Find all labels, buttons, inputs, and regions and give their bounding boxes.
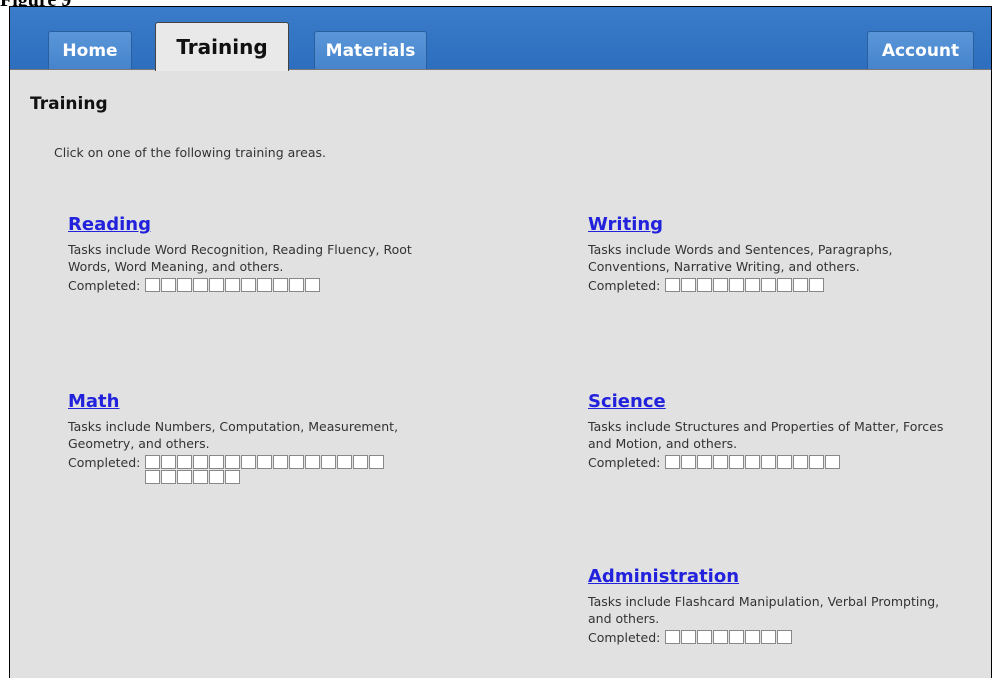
- area-description: Tasks include Words and Sentences, Parag…: [588, 242, 893, 274]
- task-box: [145, 278, 161, 292]
- area-math: Math Tasks include Numbers, Computation,…: [68, 391, 428, 485]
- task-box: [745, 630, 761, 644]
- task-box: [681, 455, 697, 469]
- tab-home[interactable]: Home: [48, 31, 132, 70]
- task-box: [681, 278, 697, 292]
- task-box: [681, 630, 697, 644]
- completed-row: Completed:: [68, 278, 428, 294]
- intro-text: Click on one of the following training a…: [54, 145, 326, 160]
- task-box: [761, 455, 777, 469]
- task-box: [289, 278, 305, 292]
- area-description: Tasks include Numbers, Computation, Meas…: [68, 419, 399, 451]
- task-box: [225, 455, 241, 469]
- task-box: [713, 630, 729, 644]
- task-box: [289, 455, 305, 469]
- completed-row: Completed:: [588, 455, 948, 471]
- task-box: [305, 455, 321, 469]
- task-box: [209, 278, 225, 292]
- task-box: [273, 455, 289, 469]
- task-box: [809, 455, 825, 469]
- tab-training[interactable]: Training: [155, 22, 289, 71]
- task-box: [241, 455, 257, 469]
- task-box: [697, 278, 713, 292]
- task-box: [177, 278, 193, 292]
- task-box: [745, 455, 761, 469]
- task-box: [369, 455, 385, 469]
- task-box: [729, 455, 745, 469]
- task-box: [761, 278, 777, 292]
- progress-boxes: [145, 455, 390, 485]
- task-box: [161, 470, 177, 484]
- task-box: [305, 278, 321, 292]
- task-box: [241, 278, 257, 292]
- task-box: [793, 455, 809, 469]
- task-box: [745, 278, 761, 292]
- tab-account[interactable]: Account: [867, 31, 974, 70]
- top-navbar: Home Training Materials Account: [10, 7, 991, 71]
- task-box: [761, 630, 777, 644]
- completed-label: Completed:: [68, 455, 141, 470]
- task-box: [729, 630, 745, 644]
- task-box: [161, 455, 177, 469]
- task-box: [193, 278, 209, 292]
- task-box: [713, 278, 729, 292]
- completed-row: Completed:: [588, 278, 948, 294]
- task-box: [353, 455, 369, 469]
- task-box: [825, 455, 841, 469]
- area-description: Tasks include Structures and Properties …: [588, 419, 944, 451]
- task-box: [193, 455, 209, 469]
- task-box: [793, 278, 809, 292]
- task-box: [337, 455, 353, 469]
- progress-boxes: [665, 278, 889, 293]
- area-link-writing[interactable]: Writing: [588, 214, 948, 235]
- task-box: [257, 278, 273, 292]
- task-box: [713, 455, 729, 469]
- task-box: [193, 470, 209, 484]
- task-box: [777, 278, 793, 292]
- area-link-math[interactable]: Math: [68, 391, 428, 412]
- task-box: [665, 278, 681, 292]
- task-box: [729, 278, 745, 292]
- completed-label: Completed:: [588, 278, 661, 293]
- task-box: [273, 278, 289, 292]
- area-link-reading[interactable]: Reading: [68, 214, 428, 235]
- app-frame: Home Training Materials Account Training…: [9, 6, 992, 678]
- area-science: Science Tasks include Structures and Pro…: [588, 391, 948, 471]
- task-box: [161, 278, 177, 292]
- task-box: [225, 278, 241, 292]
- task-box: [177, 455, 193, 469]
- area-link-administration[interactable]: Administration: [588, 566, 948, 587]
- task-box: [209, 455, 225, 469]
- area-description: Tasks include Word Recognition, Reading …: [68, 242, 412, 274]
- completed-label: Completed:: [588, 630, 661, 645]
- task-box: [225, 470, 241, 484]
- area-administration: Administration Tasks include Flashcard M…: [588, 566, 948, 646]
- area-reading: Reading Tasks include Word Recognition, …: [68, 214, 428, 294]
- task-box: [177, 470, 193, 484]
- task-box: [809, 278, 825, 292]
- task-box: [777, 630, 793, 644]
- completed-row: Completed:: [68, 455, 428, 485]
- area-description: Tasks include Flashcard Manipulation, Ve…: [588, 594, 940, 626]
- page-title: Training: [30, 94, 108, 114]
- task-box: [697, 630, 713, 644]
- task-box: [257, 455, 273, 469]
- task-box: [697, 455, 713, 469]
- progress-boxes: [665, 630, 889, 645]
- task-box: [145, 470, 161, 484]
- tab-materials[interactable]: Materials: [314, 31, 427, 70]
- completed-label: Completed:: [588, 455, 661, 470]
- completed-label: Completed:: [68, 278, 141, 293]
- task-box: [145, 455, 161, 469]
- task-box: [321, 455, 337, 469]
- task-box: [209, 470, 225, 484]
- task-box: [665, 630, 681, 644]
- task-box: [777, 455, 793, 469]
- completed-row: Completed:: [588, 630, 948, 646]
- progress-boxes: [145, 278, 369, 293]
- area-link-science[interactable]: Science: [588, 391, 948, 412]
- task-box: [665, 455, 681, 469]
- area-writing: Writing Tasks include Words and Sentence…: [588, 214, 948, 294]
- progress-boxes: [665, 455, 905, 470]
